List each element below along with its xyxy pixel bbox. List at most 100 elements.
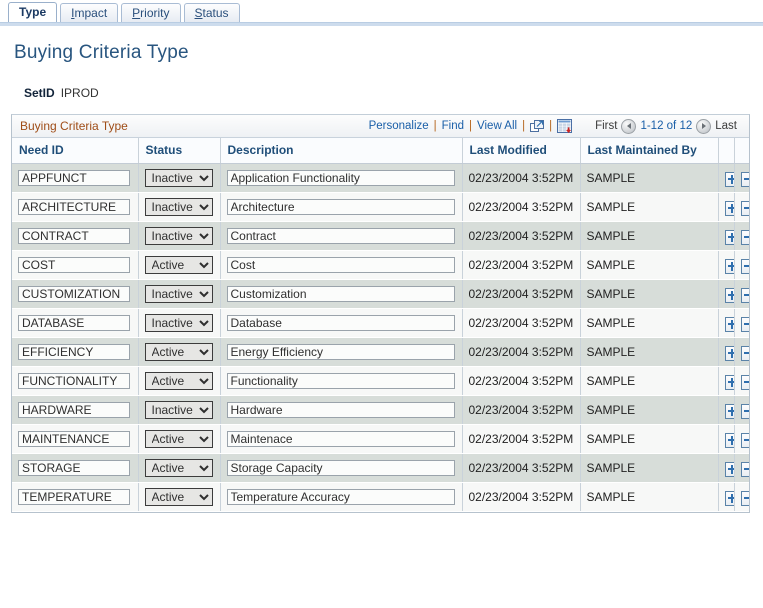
delete-row-button[interactable] bbox=[740, 490, 749, 506]
need-id-input[interactable] bbox=[18, 170, 130, 186]
need-id-input[interactable] bbox=[18, 373, 130, 389]
status-select[interactable]: ActiveInactive bbox=[144, 227, 213, 245]
description-input[interactable] bbox=[226, 431, 455, 447]
add-row-button[interactable] bbox=[724, 171, 733, 187]
cell-delete-row bbox=[734, 163, 749, 193]
cell-last-maintained-by: SAMPLE bbox=[580, 308, 719, 338]
status-select[interactable]: ActiveInactive bbox=[144, 488, 213, 506]
status-select[interactable]: ActiveInactive bbox=[144, 256, 213, 274]
description-input[interactable] bbox=[226, 402, 455, 418]
cell-last-maintained-by: SAMPLE bbox=[580, 366, 719, 396]
find-link[interactable]: Find bbox=[442, 120, 464, 132]
add-row-button[interactable] bbox=[724, 229, 733, 245]
add-row-button[interactable] bbox=[724, 316, 733, 332]
cell-last-maintained-by: SAMPLE bbox=[580, 453, 719, 483]
description-input[interactable] bbox=[226, 228, 455, 244]
page-root: Type Impact Priority Status Buying Crite… bbox=[0, 0, 763, 608]
status-select[interactable]: ActiveInactive bbox=[144, 169, 213, 187]
add-row-button[interactable] bbox=[724, 490, 733, 506]
need-id-input[interactable] bbox=[18, 402, 130, 418]
cell-delete-row bbox=[734, 337, 749, 367]
need-id-input[interactable] bbox=[18, 460, 130, 476]
delete-row-button[interactable] bbox=[740, 287, 749, 303]
delete-row-button[interactable] bbox=[740, 461, 749, 477]
delete-row-button[interactable] bbox=[740, 403, 749, 419]
delete-row-button[interactable] bbox=[740, 316, 749, 332]
view-all-link[interactable]: View All bbox=[477, 120, 517, 132]
add-row-button[interactable] bbox=[724, 200, 733, 216]
delete-row-button[interactable] bbox=[740, 432, 749, 448]
need-id-input[interactable] bbox=[18, 315, 130, 331]
criteria-table: Need ID Status Description Last Modified… bbox=[12, 138, 749, 512]
need-id-input[interactable] bbox=[18, 489, 130, 505]
cell-last-maintained-by: SAMPLE bbox=[580, 163, 719, 193]
status-select[interactable]: ActiveInactive bbox=[144, 401, 213, 419]
description-input[interactable] bbox=[226, 315, 455, 331]
add-row-button[interactable] bbox=[724, 287, 733, 303]
table-row: ActiveInactive 02/23/2004 3:52PMSAMPLE bbox=[12, 163, 749, 193]
status-select[interactable]: ActiveInactive bbox=[144, 372, 213, 390]
cell-status: ActiveInactive bbox=[138, 279, 221, 309]
need-id-input[interactable] bbox=[18, 199, 130, 215]
download-to-excel-icon[interactable] bbox=[557, 118, 573, 134]
delete-row-button[interactable] bbox=[740, 258, 749, 274]
table-row: ActiveInactive 02/23/2004 3:52PMSAMPLE bbox=[12, 337, 749, 367]
buying-criteria-grid: Buying Criteria Type Personalize | Find … bbox=[11, 114, 750, 513]
status-select[interactable]: ActiveInactive bbox=[144, 314, 213, 332]
cell-status: ActiveInactive bbox=[138, 482, 221, 512]
cell-status: ActiveInactive bbox=[138, 221, 221, 251]
delete-row-button[interactable] bbox=[740, 171, 749, 187]
table-header: Need ID Status Description Last Modified… bbox=[12, 138, 749, 164]
add-row-button[interactable] bbox=[724, 461, 733, 477]
tab-status[interactable]: Status bbox=[183, 3, 240, 22]
previous-page-icon[interactable] bbox=[621, 118, 637, 134]
add-row-button[interactable] bbox=[724, 432, 733, 448]
need-id-input[interactable] bbox=[18, 286, 130, 302]
description-input[interactable] bbox=[226, 489, 455, 505]
next-page-icon[interactable] bbox=[696, 118, 712, 134]
pager-last-label[interactable]: Last bbox=[715, 120, 737, 132]
tab-impact-label: mpact bbox=[74, 6, 108, 20]
tab-type-label: Type bbox=[19, 5, 47, 19]
cell-add-row bbox=[718, 163, 735, 193]
cell-last-modified: 02/23/2004 3:52PM bbox=[462, 221, 581, 251]
tab-priority[interactable]: Priority bbox=[121, 3, 181, 22]
need-id-input[interactable] bbox=[18, 228, 130, 244]
cell-last-maintained-by: SAMPLE bbox=[580, 279, 719, 309]
description-input[interactable] bbox=[226, 344, 455, 360]
expand-grid-icon[interactable] bbox=[530, 119, 545, 133]
delete-row-button[interactable] bbox=[740, 229, 749, 245]
status-select[interactable]: ActiveInactive bbox=[144, 430, 213, 448]
description-input[interactable] bbox=[226, 170, 455, 186]
delete-row-button[interactable] bbox=[740, 345, 749, 361]
tab-type[interactable]: Type bbox=[8, 2, 58, 22]
add-row-button[interactable] bbox=[724, 374, 733, 390]
add-row-button[interactable] bbox=[724, 403, 733, 419]
grid-caption-title: Buying Criteria Type bbox=[20, 119, 128, 133]
cell-delete-row bbox=[734, 482, 749, 512]
cell-status: ActiveInactive bbox=[138, 366, 221, 396]
status-select[interactable]: ActiveInactive bbox=[144, 343, 213, 361]
add-row-button[interactable] bbox=[724, 345, 733, 361]
pager-first-label[interactable]: First bbox=[595, 120, 617, 132]
status-select[interactable]: ActiveInactive bbox=[144, 459, 213, 477]
description-input[interactable] bbox=[226, 257, 455, 273]
status-select[interactable]: ActiveInactive bbox=[144, 285, 213, 303]
add-row-button[interactable] bbox=[724, 258, 733, 274]
grid-caption-bar: Buying Criteria Type Personalize | Find … bbox=[12, 115, 749, 138]
description-input[interactable] bbox=[226, 373, 455, 389]
need-id-input[interactable] bbox=[18, 431, 130, 447]
description-input[interactable] bbox=[226, 199, 455, 215]
status-select[interactable]: ActiveInactive bbox=[144, 198, 213, 216]
description-input[interactable] bbox=[226, 460, 455, 476]
personalize-link[interactable]: Personalize bbox=[369, 120, 429, 132]
setid-row: SetID IPROD bbox=[0, 64, 763, 100]
cell-last-modified: 02/23/2004 3:52PM bbox=[462, 482, 581, 512]
delete-row-button[interactable] bbox=[740, 200, 749, 216]
column-header-last-maintained-by: Last Maintained By bbox=[580, 138, 719, 164]
description-input[interactable] bbox=[226, 286, 455, 302]
tab-impact[interactable]: Impact bbox=[60, 3, 119, 22]
need-id-input[interactable] bbox=[18, 257, 130, 273]
delete-row-button[interactable] bbox=[740, 374, 749, 390]
need-id-input[interactable] bbox=[18, 344, 130, 360]
